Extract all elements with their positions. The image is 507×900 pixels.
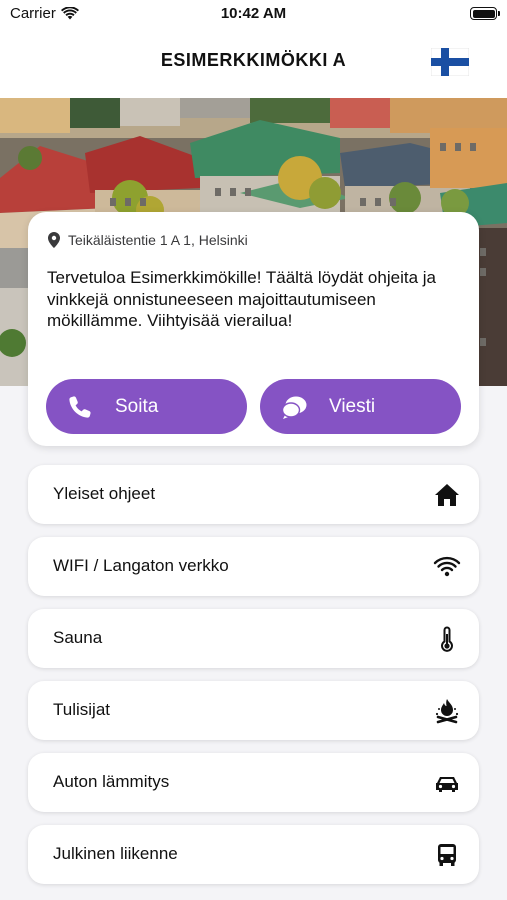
welcome-message: Tervetuloa Esimerkkimökille! Täältä löyd… bbox=[47, 268, 436, 330]
menu-item-general-instructions[interactable]: Yleiset ohjeet bbox=[28, 465, 479, 524]
campfire-icon bbox=[435, 699, 459, 724]
call-button-label: Soita bbox=[115, 396, 159, 417]
language-button[interactable] bbox=[430, 47, 470, 77]
call-button[interactable]: Soita bbox=[46, 379, 247, 434]
battery-icon bbox=[470, 7, 500, 20]
battery-fill bbox=[472, 9, 495, 18]
address-row: Teikäläistentie 1 A 1, Helsinki bbox=[48, 232, 248, 248]
menu-item-fireplaces[interactable]: Tulisijat bbox=[28, 681, 479, 740]
menu-item-label: Yleiset ohjeet bbox=[53, 484, 156, 503]
carrier-indicator: Carrier bbox=[10, 5, 79, 22]
menu-item-wifi[interactable]: WIFI / Langaton verkko bbox=[28, 537, 479, 596]
status-bar: Carrier 10:42 AM bbox=[0, 0, 507, 28]
menu-item-label: Tulisijat bbox=[53, 700, 110, 719]
thermometer-icon bbox=[441, 626, 453, 652]
menu-item-label: Sauna bbox=[53, 628, 103, 647]
carrier-name: Carrier bbox=[10, 5, 56, 22]
welcome-card: Teikäläistentie 1 A 1, Helsinki Tervetul… bbox=[28, 212, 479, 446]
phone-icon bbox=[69, 396, 91, 418]
menu-item-label: WIFI / Langaton verkko bbox=[53, 556, 229, 575]
chat-bubbles-icon bbox=[281, 396, 307, 419]
message-button-label: Viesti bbox=[329, 396, 376, 417]
car-icon bbox=[436, 777, 458, 792]
navigation-bar: ESIMERKKIMÖKKI A bbox=[0, 28, 507, 98]
address-text: Teikäläistentie 1 A 1, Helsinki bbox=[68, 232, 248, 248]
menu-item-label: Julkinen liikenne bbox=[53, 844, 178, 863]
menu-item-car-heating[interactable]: Auton lämmitys bbox=[28, 753, 479, 812]
menu-item-sauna[interactable]: Sauna bbox=[28, 609, 479, 668]
wifi-signal-icon bbox=[60, 7, 79, 20]
bus-icon bbox=[438, 844, 456, 866]
wifi-icon bbox=[433, 556, 461, 577]
location-pin-icon bbox=[48, 232, 60, 248]
menu-item-label: Auton lämmitys bbox=[53, 772, 170, 791]
home-icon bbox=[435, 484, 459, 506]
menu-item-public-transport[interactable]: Julkinen liikenne bbox=[28, 825, 479, 884]
finland-flag-icon bbox=[430, 47, 470, 77]
message-button[interactable]: Viesti bbox=[260, 379, 461, 434]
